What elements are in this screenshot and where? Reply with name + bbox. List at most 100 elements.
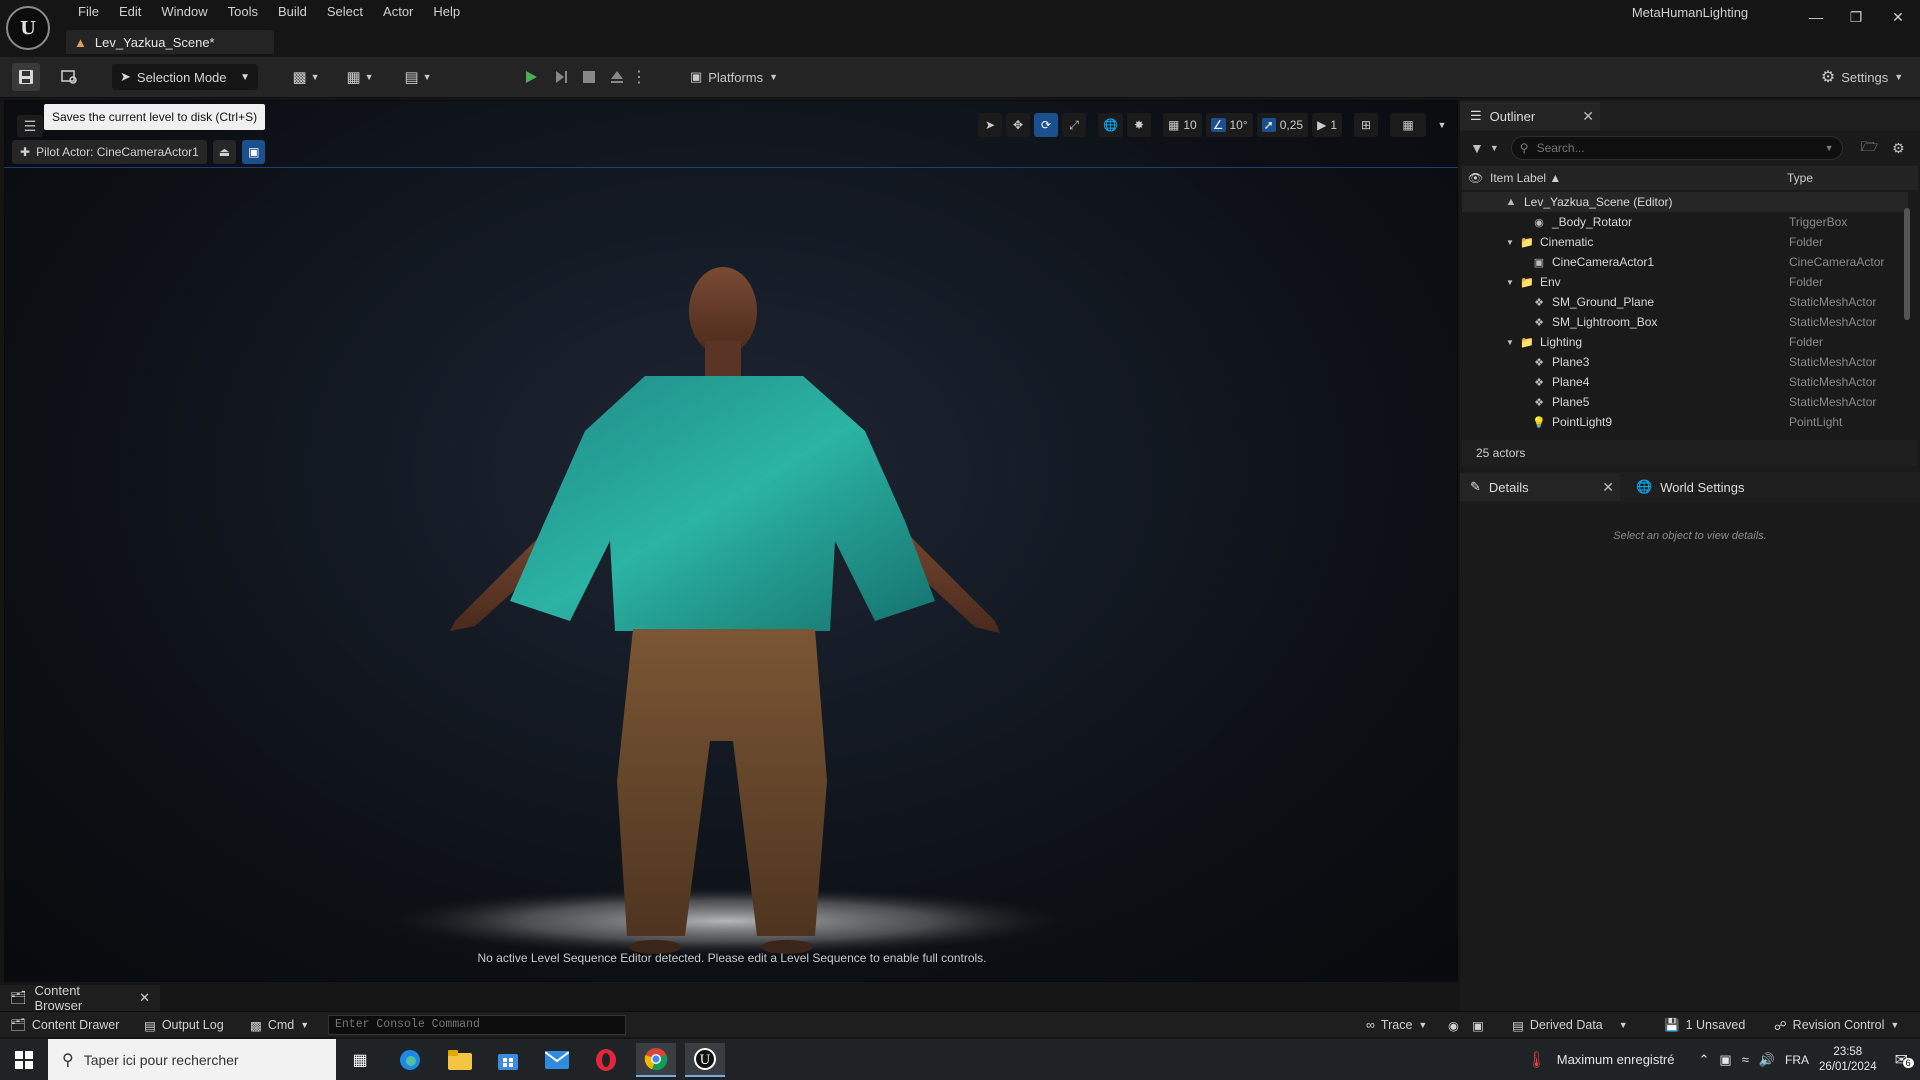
close-icon[interactable]: ✕ <box>1582 108 1594 125</box>
volume-icon[interactable]: 🔊 <box>1759 1052 1775 1068</box>
close-icon[interactable]: ✕ <box>139 990 150 1006</box>
chevron-up-icon[interactable]: ⌃ <box>1699 1052 1710 1068</box>
translate-tool-button[interactable]: ✥ <box>1006 113 1031 137</box>
tab-outliner[interactable]: ☰ Outliner ✕ <box>1460 102 1600 130</box>
camera-speed-button[interactable]: ▶ 1 <box>1312 113 1342 137</box>
save-button[interactable] <box>12 63 40 91</box>
stop-button[interactable] <box>576 63 602 91</box>
play-button[interactable] <box>518 63 544 91</box>
menu-help[interactable]: Help <box>423 0 470 24</box>
derived-data-dropdown[interactable]: ▤ Derived Data ▼ <box>1512 1012 1628 1038</box>
outliner-row[interactable]: ▼ 📁 Cinematic Folder <box>1462 232 1908 252</box>
grid-snap-button[interactable]: ▦ 10 <box>1163 113 1202 137</box>
platforms-dropdown[interactable]: ▣ Platforms ▼ <box>684 63 784 91</box>
screenshot-button[interactable]: ▣ <box>1472 1012 1484 1038</box>
outliner-row[interactable]: ▼ 📁 Lighting Folder <box>1462 332 1908 352</box>
record-button[interactable]: ◉ <box>1448 1012 1459 1038</box>
outliner-scrollbar[interactable] <box>1904 208 1910 320</box>
select-tool-button[interactable]: ➤ <box>978 113 1003 137</box>
edge-button[interactable] <box>390 1043 430 1077</box>
menu-actor[interactable]: Actor <box>373 0 423 24</box>
outliner-root-row[interactable]: ▲ Lev_Yazkua_Scene (Editor) <box>1462 192 1908 212</box>
world-local-button[interactable]: 🌐 <box>1098 113 1124 137</box>
close-window-button[interactable]: ✕ <box>1878 0 1918 34</box>
minimize-button[interactable]: — <box>1796 0 1836 34</box>
unsaved-button[interactable]: 💾 1 Unsaved <box>1664 1012 1745 1038</box>
camera-lock-button[interactable]: ▣ <box>242 140 266 164</box>
chevron-down-icon[interactable]: ▼ <box>1506 338 1520 347</box>
chrome-button[interactable] <box>636 1043 676 1077</box>
menu-edit[interactable]: Edit <box>109 0 151 24</box>
column-item-label[interactable]: Item Label ▲ <box>1490 171 1561 185</box>
menu-build[interactable]: Build <box>268 0 317 24</box>
opera-button[interactable] <box>586 1043 626 1077</box>
viewport-layout-button[interactable]: ▦ <box>1390 113 1426 137</box>
eject-pilot-button[interactable]: ⏏ <box>212 140 237 164</box>
outliner-row[interactable]: ❖ Plane3 StaticMeshActor <box>1462 352 1908 372</box>
chevron-down-icon[interactable]: ▼ <box>1825 143 1834 153</box>
add-folder-icon[interactable]: 🗁 <box>1861 136 1878 160</box>
close-icon[interactable]: ✕ <box>1602 479 1614 496</box>
rotation-snap-button[interactable]: ∠ 10° <box>1205 113 1253 137</box>
chevron-down-icon[interactable]: ▼ <box>1506 238 1520 247</box>
weather-label[interactable]: Maximum enregistré <box>1557 1052 1675 1067</box>
menu-file[interactable]: File <box>68 0 109 24</box>
browse-button[interactable] <box>56 63 84 91</box>
cmd-dropdown[interactable]: ▩ Cmd ▼ <box>250 1012 309 1038</box>
gear-icon[interactable]: ⚙ <box>1892 140 1905 157</box>
content-drawer-button[interactable]: 🗂 Content Drawer <box>10 1012 119 1038</box>
add-actor-button[interactable]: ▩ ▼ <box>286 63 326 91</box>
start-button[interactable] <box>4 1043 44 1077</box>
tab-content-browser[interactable]: 🗂 Content Browser ✕ <box>0 983 160 1013</box>
menu-window[interactable]: Window <box>151 0 217 24</box>
weather-icon[interactable]: 🌡 <box>1526 1050 1546 1070</box>
chevron-down-icon[interactable]: ▼ <box>1506 278 1520 287</box>
unreal-editor-button[interactable]: U <box>685 1043 725 1077</box>
filter-icon[interactable]: ▼ <box>1470 140 1484 156</box>
outliner-row[interactable]: 💡 PointLight9 PointLight <box>1462 412 1908 432</box>
level-viewport[interactable]: ☰ No active Level Sequence Editor detect… <box>4 100 1458 982</box>
menu-select[interactable]: Select <box>317 0 373 24</box>
unreal-logo-icon[interactable]: U <box>6 6 50 50</box>
outliner-row[interactable]: ❖ Plane5 StaticMeshActor <box>1462 392 1908 412</box>
eye-icon[interactable]: 👁 <box>1468 171 1486 185</box>
outliner-search-input[interactable] <box>1536 141 1817 155</box>
store-button[interactable] <box>488 1043 528 1077</box>
notifications-button[interactable]: ✉ 6 <box>1895 1050 1914 1070</box>
layout-button[interactable]: ⊞ <box>1354 113 1378 137</box>
language-label[interactable]: FRA <box>1785 1053 1809 1067</box>
eject-button[interactable] <box>604 63 630 91</box>
settings-dropdown[interactable]: ⚙ Settings ▼ <box>1810 63 1914 91</box>
outliner-row[interactable]: ▼ 📁 Env Folder <box>1462 272 1908 292</box>
viewport-layout-dropdown[interactable]: ▼ <box>1430 113 1454 137</box>
output-log-button[interactable]: ▤ Output Log <box>144 1012 224 1038</box>
selection-mode-dropdown[interactable]: ➤ Selection Mode ▼ <box>112 64 258 90</box>
outliner-row[interactable]: ❖ Plane4 StaticMeshActor <box>1462 372 1908 392</box>
wifi-icon[interactable]: ≈ <box>1742 1052 1749 1067</box>
cinematics-button[interactable]: ▤ ▼ <box>398 63 438 91</box>
tab-level[interactable]: ▲ Lev_Yazkua_Scene* <box>66 30 274 54</box>
play-options-button[interactable]: ⋮ <box>631 63 647 91</box>
scale-snap-button[interactable]: ➚ 0,25 <box>1256 113 1309 137</box>
restore-button[interactable]: ❐ <box>1836 0 1876 34</box>
console-input-box[interactable] <box>328 1015 626 1035</box>
scale-tool-button[interactable]: ⤢ <box>1062 113 1087 137</box>
console-input[interactable] <box>335 1018 615 1031</box>
task-view-button[interactable]: ▦ <box>340 1043 380 1077</box>
menu-tools[interactable]: Tools <box>218 0 268 24</box>
revision-control-dropdown[interactable]: ☍ Revision Control ▼ <box>1774 1012 1899 1038</box>
taskbar-search[interactable]: ⚲ Taper ici pour rechercher <box>48 1039 336 1080</box>
step-button[interactable] <box>548 63 574 91</box>
chevron-down-icon[interactable]: ▼ <box>1490 143 1499 153</box>
outliner-row[interactable]: ▣ CineCameraActor1 CineCameraActor <box>1462 252 1908 272</box>
outliner-search-box[interactable]: ⚲ ▼ <box>1510 136 1843 160</box>
column-type[interactable]: Type <box>1787 171 1813 185</box>
outliner-row[interactable]: ❖ SM_Ground_Plane StaticMeshActor <box>1462 292 1908 312</box>
surface-snap-button[interactable]: ✸ <box>1127 113 1152 137</box>
outliner-row[interactable]: ❖ SM_Lightroom_Box StaticMeshActor <box>1462 312 1908 332</box>
tab-world-settings[interactable]: 🌐 World Settings <box>1626 473 1786 501</box>
outliner-row[interactable]: ◉ _Body_Rotator TriggerBox <box>1462 212 1908 232</box>
mail-button[interactable] <box>537 1043 577 1077</box>
clock[interactable]: 23:58 26/01/2024 <box>1819 1045 1877 1075</box>
meet-icon[interactable]: ▣ <box>1719 1052 1731 1068</box>
